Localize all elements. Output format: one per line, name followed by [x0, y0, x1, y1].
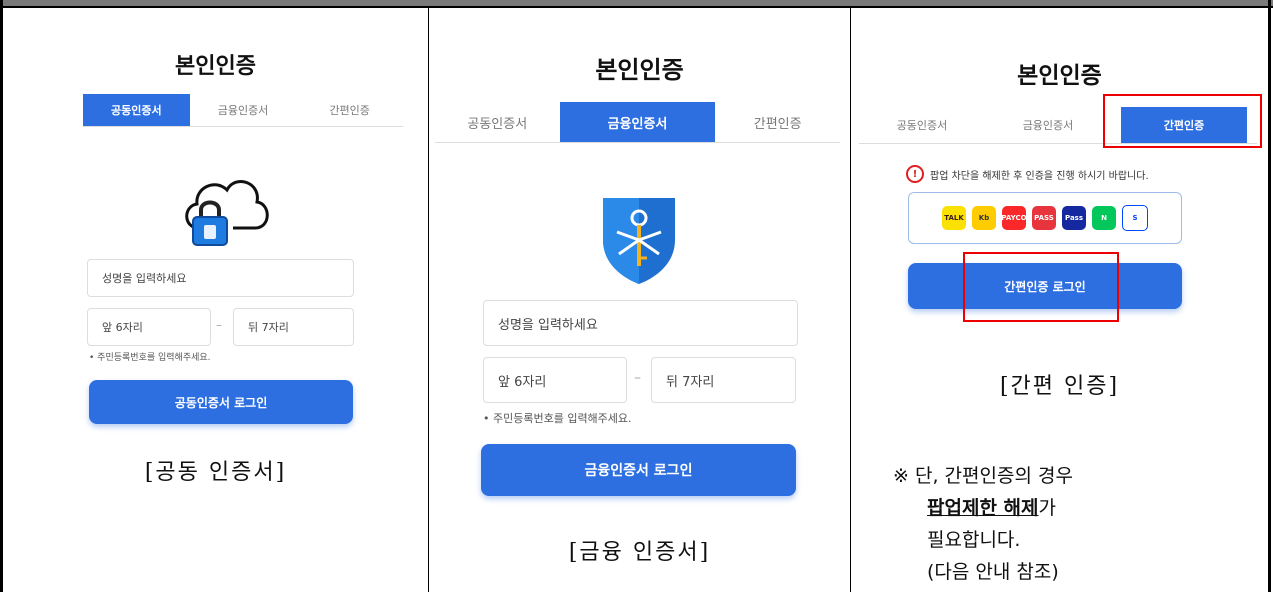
name-input[interactable]: 성명을 입력하세요	[87, 259, 354, 297]
tab-simple-auth[interactable]: 간편인증	[715, 102, 840, 142]
cloud-lock-icon	[185, 180, 269, 246]
popup-note: ※ 단, 간편인증의 경우 팝업제한 해제가 필요합니다. (다음 안내 참조)	[893, 460, 1073, 588]
provider-kb-icon[interactable]: Kb	[972, 206, 996, 230]
tab-joint-certificate[interactable]: 공동인증서	[435, 102, 560, 142]
page-title: 본인인증	[1017, 63, 1102, 89]
warning-icon: !	[906, 165, 924, 183]
panel-joint-certificate: 본인인증 공동인증서 금융인증서 간편인증 성명을 입력하세요 앞 6자리 – …	[3, 10, 428, 592]
tab-financial-certificate[interactable]: 금융인증서	[559, 102, 716, 142]
note-suffix: 가	[1038, 497, 1056, 519]
tab-simple-auth[interactable]: 간편인증	[296, 94, 403, 126]
rrn-back-input[interactable]: 뒤 7자리	[233, 308, 354, 346]
financial-shield-icon	[603, 198, 675, 284]
tab-highlight-box	[1103, 94, 1262, 148]
auth-tabs: 공동인증서 금융인증서 간편인증	[435, 102, 840, 143]
caption: [공동 인증서]	[144, 460, 287, 485]
name-input[interactable]: 성명을 입력하세요	[483, 300, 798, 346]
provider-pass-icon[interactable]: PASS	[1032, 206, 1056, 230]
note-emphasis: 팝업제한 해제	[927, 497, 1039, 519]
popup-warning: ! 팝업 차단을 해제한 후 인증을 진행 하시기 바랍니다.	[906, 165, 1149, 183]
page-title: 본인인증	[595, 56, 684, 84]
financial-cert-login-button[interactable]: 금융인증서 로그인	[481, 444, 796, 496]
rrn-front-input[interactable]: 앞 6자리	[87, 308, 211, 346]
auth-tabs: 공동인증서 금융인증서 간편인증	[83, 94, 403, 127]
rrn-dash: –	[634, 370, 641, 386]
joint-cert-login-button[interactable]: 공동인증서 로그인	[89, 380, 353, 424]
provider-talk-icon[interactable]: TALK	[942, 206, 966, 230]
note-line-2: 팝업제한 해제가	[893, 492, 1073, 524]
panel-financial-certificate: 본인인증 공동인증서 금융인증서 간편인증 성명을 입력하세요 앞 6자리 – …	[429, 10, 850, 592]
tab-financial-certificate[interactable]: 금융인증서	[190, 94, 297, 126]
rrn-back-input[interactable]: 뒤 7자리	[651, 357, 796, 403]
note-line-1: ※ 단, 간편인증의 경우	[893, 465, 1073, 487]
panel-simple-auth: 본인인증 공동인증서 금융인증서 간편인증 ! 팝업 차단을 해제한 후 인증을…	[851, 10, 1268, 592]
provider-payco-icon[interactable]: PAYCO	[1001, 206, 1027, 230]
tab-joint-certificate[interactable]: 공동인증서	[859, 107, 985, 143]
provider-n-icon[interactable]: N	[1092, 206, 1116, 230]
tab-joint-certificate[interactable]: 공동인증서	[83, 94, 190, 126]
rrn-dash: –	[216, 318, 222, 332]
rrn-front-input[interactable]: 앞 6자리	[483, 357, 627, 403]
login-highlight-box	[963, 252, 1119, 322]
note-line-3: 필요합니다.	[927, 529, 1021, 551]
simple-auth-providers: TALK Kb PAYCO PASS Pass N S	[908, 192, 1182, 244]
note-line-4: (다음 안내 참조)	[927, 561, 1059, 583]
page-title: 본인인증	[175, 54, 256, 79]
caption: [금융 인증서]	[568, 540, 711, 565]
rrn-hint: • 주민등록번호를 입력해주세요.	[483, 412, 632, 425]
tab-financial-certificate[interactable]: 금융인증서	[985, 107, 1111, 143]
caption: [간편 인증]	[999, 374, 1120, 399]
rrn-hint: • 주민등록번호를 입력해주세요.	[89, 353, 211, 363]
provider-s-icon[interactable]: S	[1122, 205, 1148, 231]
warning-text: 팝업 차단을 해제한 후 인증을 진행 하시기 바랍니다.	[930, 170, 1149, 182]
provider-pass-icon[interactable]: Pass	[1062, 206, 1086, 230]
